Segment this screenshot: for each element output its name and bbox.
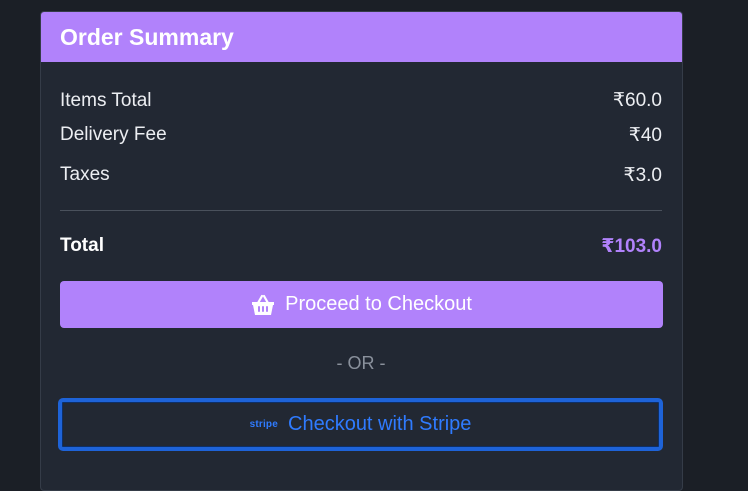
card-header: Order Summary (41, 12, 682, 62)
items-total-value: ₹60.0 (612, 90, 662, 111)
delivery-fee-label: Delivery Fee (60, 124, 167, 145)
basket-icon (251, 294, 275, 316)
delivery-fee-row: Delivery Fee ₹40 (60, 115, 662, 155)
or-separator: - OR - (336, 353, 386, 373)
total-value: ₹103.0 (601, 235, 662, 257)
total-row: Total ₹103.0 (60, 211, 662, 281)
items-total-row: Items Total ₹60.0 (60, 86, 662, 115)
taxes-value: ₹3.0 (623, 164, 662, 186)
checkout-button-label: Proceed to Checkout (285, 293, 472, 315)
order-summary-card: Order Summary Items Total ₹60.0 Delivery… (40, 11, 683, 491)
delivery-fee-value: ₹40 (628, 124, 662, 146)
checkout-with-stripe-button[interactable]: stripe Checkout with Stripe (58, 398, 663, 451)
total-label: Total (60, 235, 104, 256)
items-total-label: Items Total (60, 89, 152, 111)
stripe-logo: stripe (249, 419, 278, 430)
stripe-button-label: Checkout with Stripe (288, 413, 472, 435)
taxes-row: Taxes ₹3.0 (60, 155, 662, 195)
card-body: Items Total ₹60.0 Delivery Fee ₹40 Taxes… (41, 62, 682, 451)
card-title: Order Summary (60, 23, 234, 50)
proceed-to-checkout-button[interactable]: Proceed to Checkout (60, 281, 663, 328)
taxes-label: Taxes (60, 164, 110, 185)
